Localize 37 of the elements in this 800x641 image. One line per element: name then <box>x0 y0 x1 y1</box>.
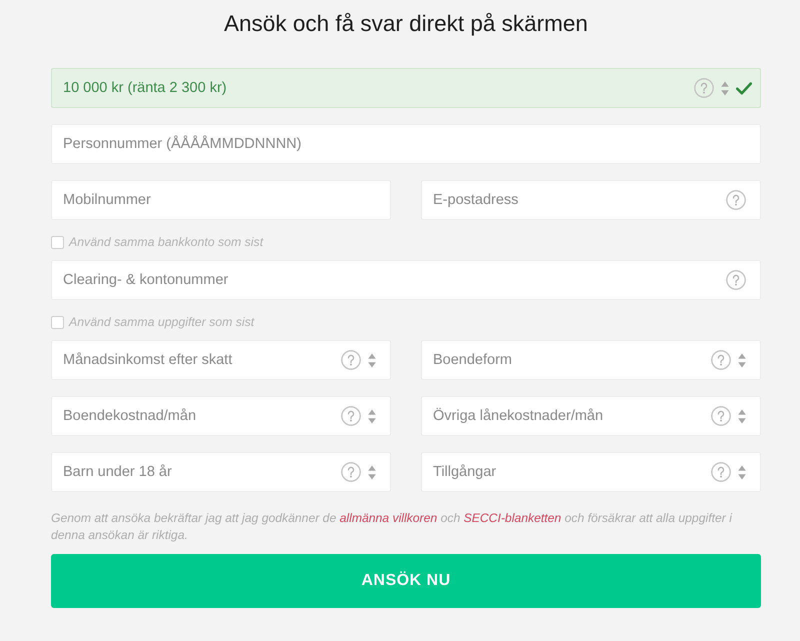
checkbox-label: Använd samma uppgifter som sist <box>69 315 254 329</box>
help-icon <box>711 462 731 482</box>
select-field[interactable]: 10 000 kr (ränta 2 300 kr) <box>51 68 761 108</box>
help-icon <box>726 270 746 290</box>
select-field[interactable]: Boendekostnad/mån <box>51 396 391 436</box>
help-icon <box>341 462 361 482</box>
up-down-arrows-icon <box>368 352 376 368</box>
page-title: Ansök och få svar direkt på skärmen <box>224 10 588 38</box>
up-down-arrows-icon <box>738 352 746 368</box>
apply-button[interactable]: ANSÖK NU <box>51 554 761 608</box>
select-field[interactable]: Övriga lånekostnader/mån <box>421 396 761 436</box>
select-field[interactable]: Tillgångar <box>421 452 761 492</box>
up-down-arrows-icon <box>721 80 729 96</box>
up-down-arrows-icon <box>368 464 376 480</box>
help-icon <box>711 350 731 370</box>
help-icon <box>711 406 731 426</box>
up-down-arrows-icon <box>368 408 376 424</box>
check-icon <box>736 82 752 94</box>
input-field[interactable]: Clearing- & kontonummer <box>51 260 761 300</box>
checkbox[interactable] <box>51 316 64 328</box>
select-field[interactable]: Barn under 18 år <box>51 452 391 492</box>
select-field[interactable]: Månadsinkomst efter skatt <box>51 340 391 380</box>
input-field[interactable]: Personnummer (ÅÅÅÅMMDDNNNN) <box>51 124 761 164</box>
help-icon <box>341 406 361 426</box>
up-down-arrows-icon <box>738 408 746 424</box>
up-down-arrows-icon <box>738 464 746 480</box>
help-icon <box>726 190 746 210</box>
checkbox[interactable] <box>51 236 64 248</box>
checkbox-label: Använd samma bankkonto som sist <box>69 235 264 249</box>
terms-text: Genom att ansöka bekräftar jag att jag godkänner de allmänna villkoren och SECCI-blanketten och försäkrar att alla uppgifter i denna ansökan är riktiga. <box>51 510 734 544</box>
input-field[interactable]: E-postadress <box>421 180 761 220</box>
terms-link[interactable]: allmänna villkoren <box>340 511 438 525</box>
help-icon <box>694 78 714 98</box>
select-field[interactable]: Boendeform <box>421 340 761 380</box>
terms-link[interactable]: SECCI-blanketten <box>464 511 562 525</box>
input-field[interactable]: Mobilnummer <box>51 180 391 220</box>
help-icon <box>341 350 361 370</box>
